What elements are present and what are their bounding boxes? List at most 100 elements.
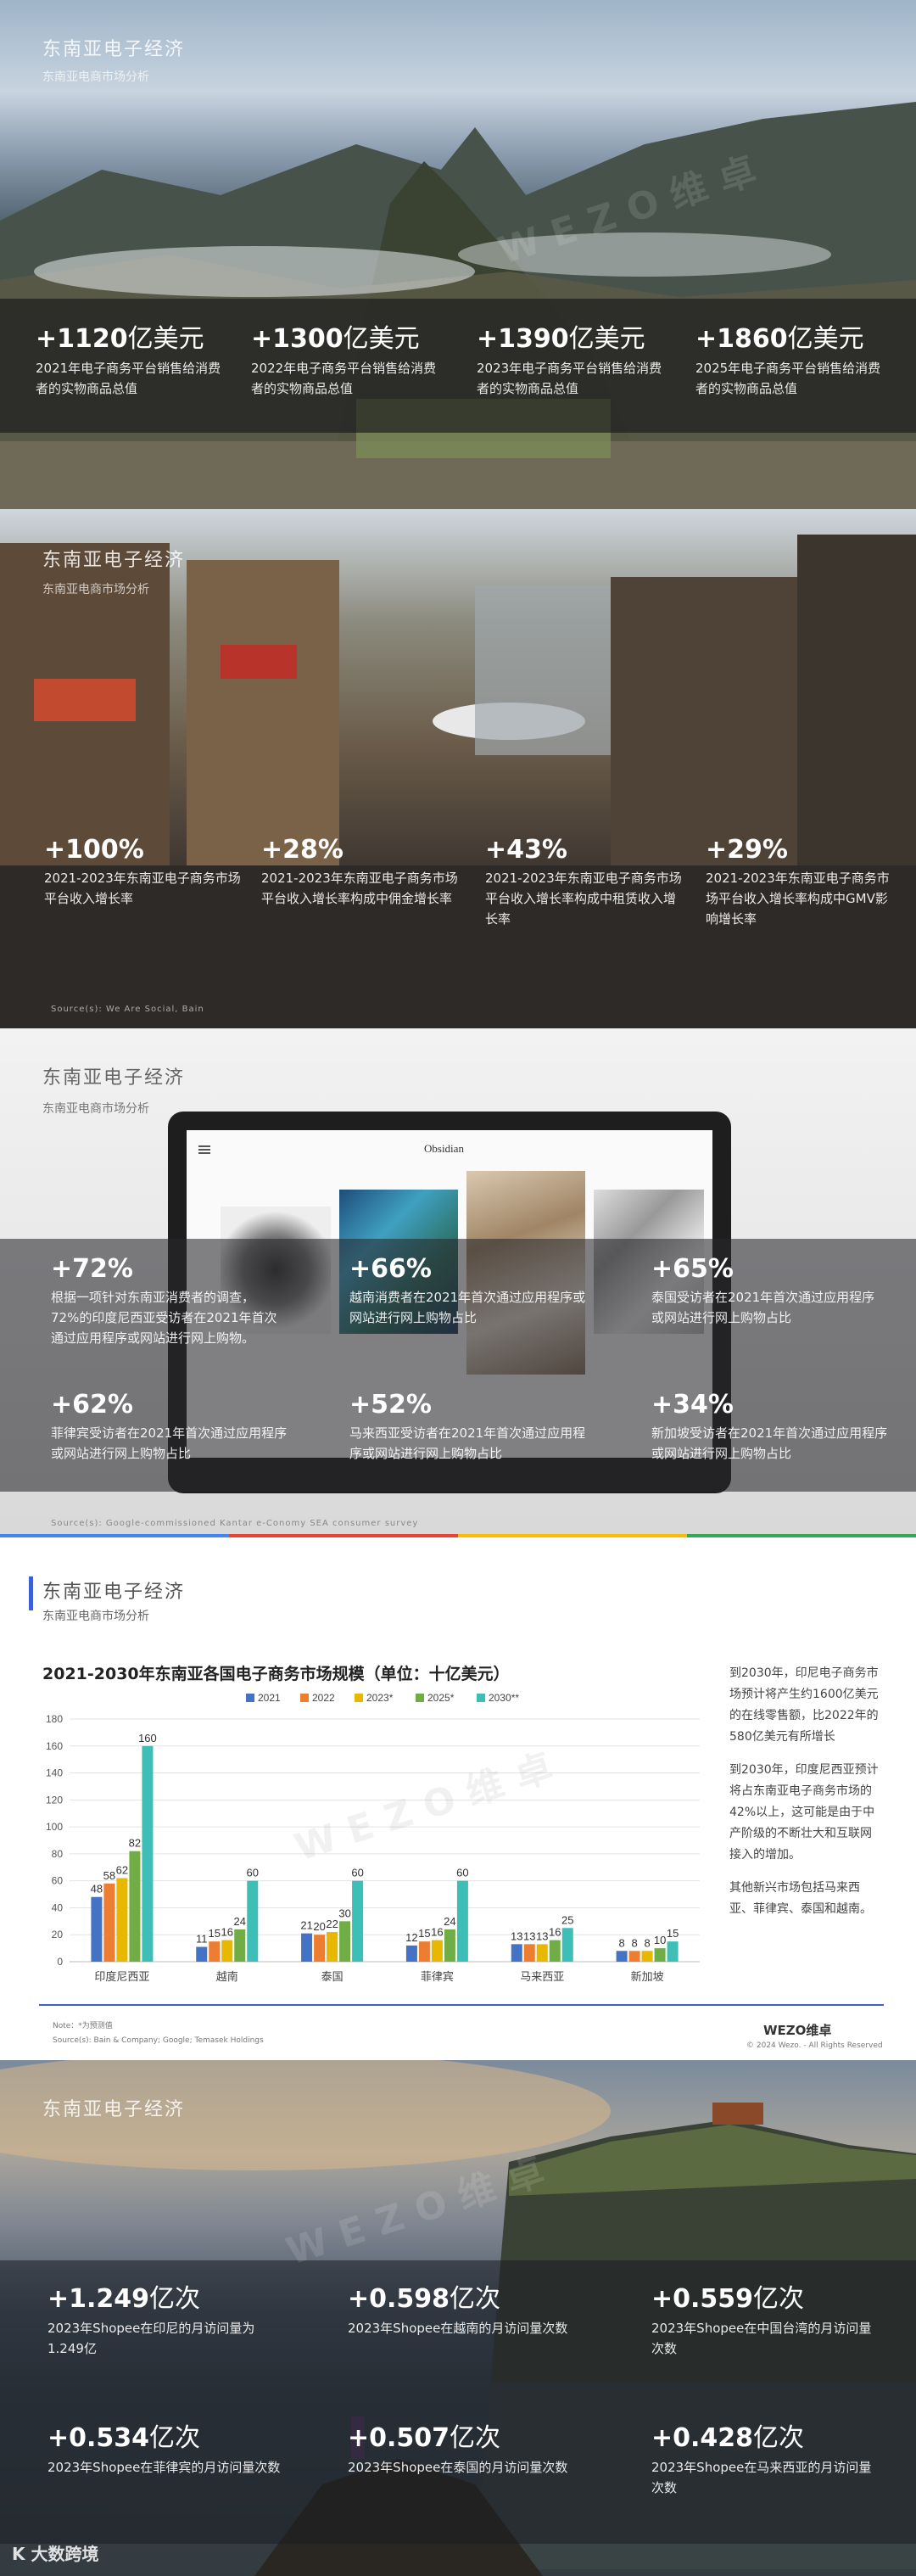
stat-thailand-share: +65% 泰国受访者在2021年首次通过应用程序或网站进行网上购物占比 [651, 1254, 875, 1325]
mountain-panel: 东南亚电子经济 东南亚电商市场分析 +1120亿美元 2021年电子商务平台销售… [0, 0, 916, 509]
bar [247, 1880, 259, 1962]
data-label: 60 [247, 1867, 259, 1879]
y-tick-label: 20 [52, 1929, 64, 1940]
data-label: 11 [196, 1933, 208, 1946]
chart-panel: 东南亚电子经济 东南亚电商市场分析 2021-2030年东南亚各国电子商务市场规… [0, 1537, 916, 2060]
bar [641, 1951, 653, 1962]
legend-swatch [246, 1694, 254, 1702]
bar [616, 1951, 628, 1962]
bar [628, 1951, 640, 1962]
legend-swatch [477, 1694, 485, 1702]
panel-subtitle: 东南亚电商市场分析 [42, 583, 149, 596]
side-paragraph: 其他新兴市场包括马来西亚、菲律宾、泰国和越南。 [729, 1881, 872, 1916]
y-tick-label: 60 [52, 1875, 64, 1887]
data-label: 24 [444, 1915, 455, 1928]
stat-2022-gmv: +1300亿美元 2022年电子商务平台销售给消费者的实物商品总值 [251, 324, 437, 396]
bar [456, 1880, 468, 1962]
data-label: 25 [561, 1913, 573, 1926]
y-tick-label: 180 [46, 1713, 63, 1725]
data-label: 160 [138, 1732, 157, 1744]
x-tick-label: 越南 [216, 1970, 238, 1984]
street-panel: 东南亚电子经济 东南亚电商市场分析 +100% 2021-2023年东南亚电子商… [0, 509, 916, 1028]
bar [116, 1878, 128, 1962]
cliff-panel: 东南亚电子经济 +1.249亿次 2023年Shopee在印尼的月访问量为1.2… [0, 2060, 916, 2576]
bar [129, 1851, 141, 1962]
bar [301, 1933, 313, 1962]
copyright: © 2024 Wezo. - All Rights Reserved [746, 2041, 883, 2050]
legend-label: 2030** [489, 1692, 519, 1704]
y-tick-label: 160 [46, 1740, 63, 1752]
y-tick-label: 40 [52, 1901, 64, 1913]
stat-commission-growth: +28% 2021-2023年东南亚电子商务市场平台收入增长率构成中佣金增长率 [261, 835, 458, 906]
bar [405, 1945, 417, 1962]
stat-2025-gmv: +1860亿美元 2025年电子商务平台销售给消费者的实物商品总值 [695, 324, 881, 396]
data-label: 20 [313, 1920, 325, 1933]
data-label: 16 [221, 1926, 233, 1939]
bar [221, 1940, 233, 1962]
stat-philippines-share: +62% 菲律宾受访者在2021年首次通过应用程序或网站进行网上购物占比 [51, 1390, 288, 1461]
y-tick-label: 0 [57, 1956, 63, 1968]
stat-indonesia-share: +72% 根据一项针对东南亚消费者的调查，72%的印度尼西亚受访者在2021年首… [51, 1254, 277, 1346]
stat-revenue-growth: +100% 2021-2023年东南亚电子商务市场平台收入增长率 [44, 835, 241, 906]
data-label: 12 [405, 1931, 417, 1944]
stat-vietnam-share: +66% 越南消费者在2021年首次通过应用程序或网站进行网上购物占比 [349, 1254, 586, 1325]
data-label: 21 [300, 1919, 312, 1932]
data-label: 8 [644, 1936, 650, 1949]
panel-subtitle: 东南亚电商市场分析 [42, 70, 149, 84]
stat-2023-gmv: +1390亿美元 2023年电子商务平台销售给消费者的实物商品总值 [477, 324, 662, 396]
bar [339, 1921, 351, 1962]
bar [667, 1941, 679, 1962]
panel-title: 东南亚电子经济 [42, 2099, 186, 2120]
accent-bar [29, 1576, 33, 1610]
bar [91, 1896, 103, 1962]
stat-rental-growth: +43% 2021-2023年东南亚电子商务市场平台收入增长率构成中租赁收入增长… [485, 835, 682, 927]
legend-label: 2022 [312, 1692, 335, 1704]
data-label: 13 [536, 1929, 548, 1942]
bar [196, 1946, 208, 1962]
y-tick-label: 120 [46, 1794, 63, 1806]
data-label: 8 [618, 1936, 624, 1949]
x-tick-label: 菲律宾 [421, 1970, 454, 1984]
screen-brand: Obsidian [424, 1142, 464, 1155]
bar [418, 1941, 430, 1962]
bar [103, 1883, 115, 1962]
x-tick-label: 泰国 [321, 1971, 344, 1984]
data-label: 82 [129, 1837, 141, 1850]
source-note: Source(s): We Are Social, Bain [51, 1005, 204, 1014]
stat-2021-gmv: +1120亿美元 2021年电子商务平台销售给消费者的实物商品总值 [36, 324, 221, 396]
stat-shopee-thailand: +0.507亿次 2023年Shopee在泰国的月访问量次数 [348, 2423, 568, 2475]
bar [142, 1745, 154, 1962]
data-label: 8 [631, 1936, 637, 1949]
bar [234, 1929, 246, 1962]
x-tick-label: 新加坡 [631, 1970, 664, 1984]
panel-subtitle: 东南亚电商市场分析 [42, 1102, 149, 1116]
bar [431, 1940, 443, 1962]
data-label: 15 [667, 1927, 679, 1940]
legend-swatch [300, 1694, 309, 1702]
bar [561, 1928, 573, 1962]
side-paragraph: 到2030年，印度尼西亚预计将占东南亚电子商务市场的42%以上，这可能是由于中产… [729, 1763, 879, 1862]
data-label: 48 [91, 1883, 103, 1896]
side-commentary: 到2030年，印尼电子商务市场预计将产生约1600亿美元的在线零售额，比2022… [729, 1663, 882, 1932]
bar [511, 1944, 522, 1962]
stat-malaysia-share: +52% 马来西亚受访者在2021年首次通过应用程序或网站进行网上购物占比 [349, 1390, 586, 1461]
data-label: 15 [418, 1927, 430, 1940]
bar [444, 1929, 455, 1962]
source-note: Source(s): Bain & Company; Google; Temas… [53, 2036, 264, 2045]
bar [536, 1944, 548, 1962]
y-tick-label: 140 [46, 1767, 63, 1779]
bar [209, 1941, 221, 1962]
panel-title: 东南亚电子经济 [42, 39, 186, 60]
chart-title: 2021-2030年东南亚各国电子商务市场规模（单位：十亿美元） [42, 1665, 510, 1683]
bar [549, 1940, 561, 1962]
data-label: 13 [511, 1929, 522, 1942]
bar [654, 1948, 666, 1962]
x-tick-label: 马来西亚 [520, 1971, 564, 1984]
legend-label: 2025* [427, 1692, 455, 1704]
bar [352, 1880, 364, 1962]
data-label: 58 [103, 1869, 115, 1882]
stat-shopee-malaysia: +0.428亿次 2023年Shopee在马来西亚的月访问量次数 [651, 2423, 872, 2495]
data-label: 10 [654, 1934, 666, 1946]
bar [327, 1932, 338, 1962]
side-paragraph: 到2030年，印尼电子商务市场预计将产生约1600亿美元的在线零售额，比2022… [729, 1666, 879, 1744]
